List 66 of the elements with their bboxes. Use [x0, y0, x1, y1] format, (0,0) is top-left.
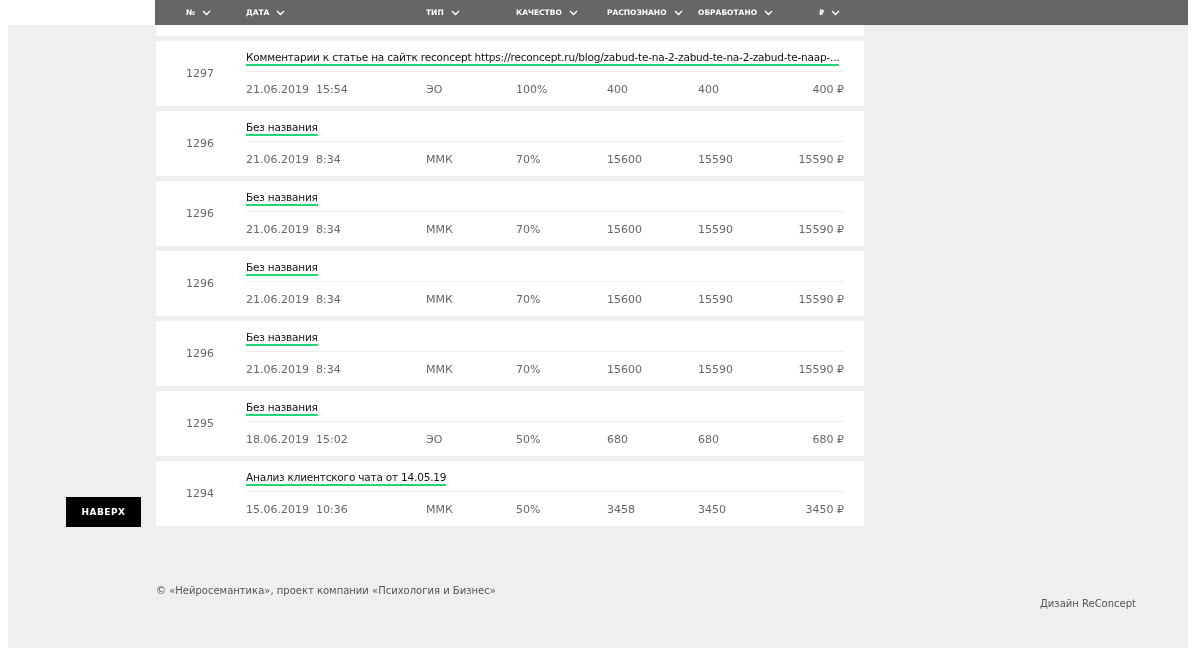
designer-credit-link[interactable]: Дизайн ReConcept [1040, 598, 1136, 609]
processed-cell-text: 15590 [698, 152, 734, 166]
quality-cell-text: 70% [516, 292, 542, 306]
back-to-top-button[interactable]: НАВЕРХ [66, 497, 141, 527]
quality-cell-text: 50% [516, 432, 542, 446]
recognized-cell-text: 15600 [607, 222, 643, 236]
processed-cell-text: 15590 [698, 362, 734, 376]
recognized-cell-text: 15600 [607, 362, 643, 376]
recognized-cell-text: 15600 [607, 152, 643, 166]
type-cell-text: ММК [426, 502, 454, 516]
date-cell-text: 21.06.2019 8:34 [246, 152, 342, 166]
type-cell-text: ММК [426, 362, 454, 376]
quality-cell-text: 70% [516, 152, 542, 166]
type-cell-text: ЭО [426, 82, 444, 96]
price-cell-text: 15590 ₽ [797, 152, 844, 166]
date-cell-text: 18.06.2019 15:02 [246, 432, 349, 446]
price-cell-text: 15590 ₽ [797, 292, 844, 306]
row-number: 1296 [185, 207, 215, 220]
price-cell-text: 15590 ₽ [797, 362, 844, 376]
row-number: 1295 [185, 417, 215, 430]
type-cell-text: ММК [426, 222, 454, 236]
chevron-down-icon [450, 9, 460, 16]
recognized-cell-text: 400 [607, 82, 629, 96]
date-cell-text: 15.06.2019 10:36 [246, 502, 349, 516]
processed-cell-text: 400 [698, 82, 720, 96]
chevron-down-icon [673, 9, 683, 16]
recognized-cell-text: 15600 [607, 292, 643, 306]
recognized-cell-text: 680 [607, 432, 629, 446]
date-cell-text: 21.06.2019 8:34 [246, 292, 342, 306]
date-cell-text: 21.06.2019 15:54 [246, 82, 349, 96]
record-title-link[interactable]: Без названия [246, 191, 318, 206]
row-number: 1296 [185, 347, 215, 360]
price-cell-text: 400 ₽ [811, 82, 844, 96]
recognized-cell-text: 3458 [607, 502, 636, 516]
price-cell-text: 15590 ₽ [797, 222, 844, 236]
processed-cell-text: 3450 [698, 502, 727, 516]
processed-cell-text: 680 [698, 432, 720, 446]
date-cell-text: 21.06.2019 8:34 [246, 362, 342, 376]
type-cell-text: ЭО [426, 432, 444, 446]
type-cell-text: ММК [426, 152, 454, 166]
quality-cell-text: 100% [516, 82, 549, 96]
quality-cell-text: 70% [516, 362, 542, 376]
row-number: 1297 [185, 67, 215, 80]
record-title-link[interactable]: Без названия [246, 261, 318, 276]
chevron-down-icon [764, 9, 774, 16]
price-cell-text: 3450 ₽ [804, 502, 844, 516]
chevron-down-icon [202, 9, 212, 16]
price-cell-text: 680 ₽ [811, 432, 844, 446]
record-title-link[interactable]: Анализ клиентского чата от 14.05.19 [246, 471, 447, 486]
date-cell-text: 21.06.2019 8:34 [246, 222, 342, 236]
processed-cell-text: 15590 [698, 222, 734, 236]
record-title-link[interactable]: Без названия [246, 401, 318, 416]
processed-cell-text: 15590 [698, 292, 734, 306]
row-number: 1296 [185, 277, 215, 290]
chevron-down-icon [276, 9, 286, 16]
copyright-text: © «Нейросемантика», проект компании «Психология и Бизнес» [156, 585, 496, 596]
record-title-link[interactable]: Без названия [246, 331, 318, 346]
quality-cell-text: 50% [516, 502, 542, 516]
record-title-link[interactable]: Без названия [246, 121, 318, 136]
chevron-down-icon [831, 9, 841, 16]
row-number: 1294 [185, 487, 215, 500]
quality-cell-text: 70% [516, 222, 542, 236]
type-cell-text: ММК [426, 292, 454, 306]
chevron-down-icon [568, 9, 578, 16]
record-title-link[interactable]: Комментарии к статье на сайтк reconcept https://reconcept.ru/blog/zabud-te-na-2-zabud-te-na-2-zabud-te-naap-... [246, 51, 840, 66]
row-number: 1296 [185, 137, 215, 150]
